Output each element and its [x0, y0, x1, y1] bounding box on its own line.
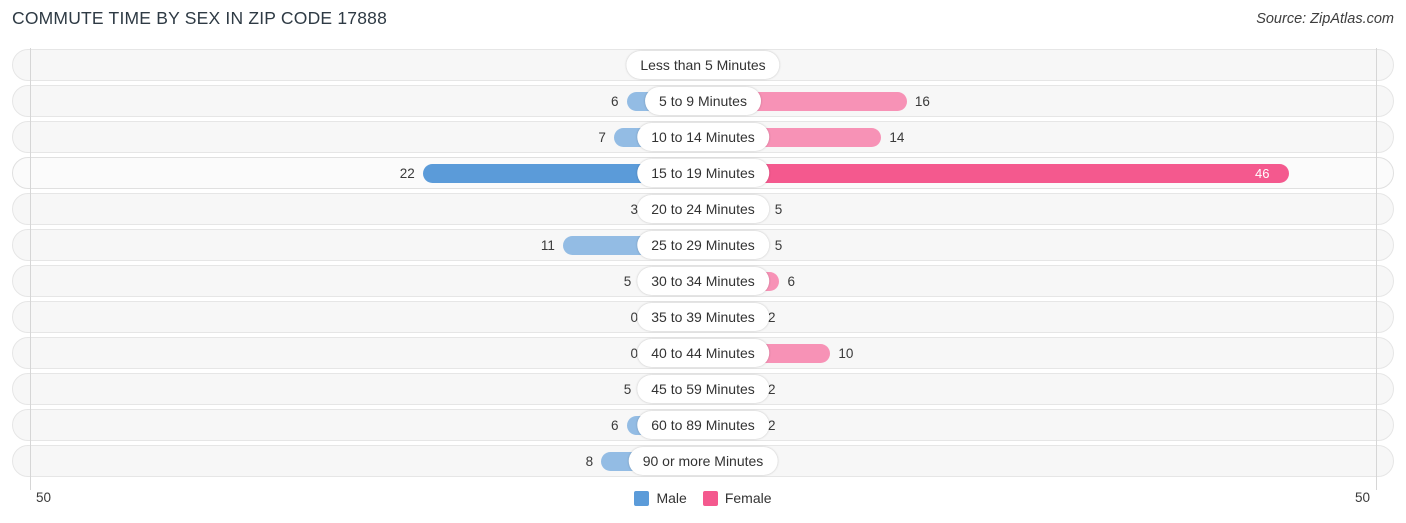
- legend-item-male[interactable]: Male: [634, 490, 687, 506]
- legend-swatch-male-icon: [634, 490, 650, 506]
- chart-row: 5 2 45 to 59 Minutes: [0, 372, 1406, 408]
- chart-row: 0 10 40 to 44 Minutes: [0, 336, 1406, 372]
- legend-label-male: Male: [656, 490, 687, 506]
- chart-row: 00Less than 5 Minutes: [0, 48, 1406, 84]
- chart-footer: 50 50 Male Female: [0, 486, 1406, 523]
- chart-legend: Male Female: [0, 490, 1406, 506]
- value-label-female: 2: [768, 382, 776, 397]
- value-label-female: 5: [774, 238, 783, 253]
- chart-row: 6 16 5 to 9 Minutes: [0, 84, 1406, 120]
- legend-item-female[interactable]: Female: [702, 490, 772, 506]
- legend-swatch-female-icon: [702, 490, 718, 506]
- value-label-female: 2: [768, 418, 776, 433]
- chart-row: 0 2 35 to 39 Minutes: [0, 300, 1406, 336]
- value-label-female: 2: [768, 310, 776, 325]
- chart-row: 5 6 30 to 34 Minutes: [0, 264, 1406, 300]
- value-label-male: 6: [611, 418, 619, 433]
- chart-row: 3 5 20 to 24 Minutes: [0, 192, 1406, 228]
- category-label[interactable]: 35 to 39 Minutes: [637, 303, 769, 331]
- source-attribution: Source: ZipAtlas.com: [1256, 11, 1394, 27]
- value-label-male: 11: [540, 238, 555, 253]
- chart-row: 22 46 15 to 19 Minutes: [0, 156, 1406, 192]
- value-label-female: 14: [889, 130, 905, 145]
- value-label-male: 7: [598, 130, 606, 145]
- value-label-male: 5: [623, 382, 632, 397]
- value-label-male: 6: [611, 94, 619, 109]
- chart-row: 6 2 60 to 89 Minutes: [0, 408, 1406, 444]
- value-label-female: 16: [914, 94, 930, 109]
- category-label[interactable]: 30 to 34 Minutes: [637, 267, 769, 295]
- value-label-male: 5: [623, 274, 632, 289]
- category-label[interactable]: 60 to 89 Minutes: [637, 411, 769, 439]
- chart-page: COMMUTE TIME BY SEX IN ZIP CODE 17888 So…: [0, 0, 1406, 523]
- legend-label-female: Female: [724, 490, 772, 506]
- bar-female: [703, 164, 1290, 183]
- value-label-female: 46: [1255, 166, 1270, 181]
- chart-row: 7 14 10 to 14 Minutes: [0, 120, 1406, 156]
- category-label[interactable]: 45 to 59 Minutes: [637, 375, 769, 403]
- category-label[interactable]: 5 to 9 Minutes: [645, 87, 761, 115]
- category-label[interactable]: Less than 5 Minutes: [626, 51, 780, 79]
- category-label[interactable]: 10 to 14 Minutes: [637, 123, 769, 151]
- chart-row: 8090 or more Minutes: [0, 444, 1406, 480]
- value-label-male: 8: [585, 454, 594, 469]
- axis-line-right: [1376, 48, 1377, 490]
- value-label-female: 10: [838, 346, 854, 361]
- page-title: COMMUTE TIME BY SEX IN ZIP CODE 17888: [12, 8, 388, 28]
- category-label[interactable]: 20 to 24 Minutes: [637, 195, 769, 223]
- category-label[interactable]: 40 to 44 Minutes: [637, 339, 769, 367]
- category-label[interactable]: 15 to 19 Minutes: [637, 159, 769, 187]
- axis-line-left: [30, 48, 31, 490]
- category-label[interactable]: 90 or more Minutes: [628, 447, 778, 475]
- chart-row: 11 5 25 to 29 Minutes: [0, 228, 1406, 264]
- category-label[interactable]: 25 to 29 Minutes: [637, 231, 769, 259]
- value-label-female: 6: [787, 274, 795, 289]
- chart-plot-area: 00Less than 5 Minutes 6 16 5 to 9 Minutes 7 1…: [0, 48, 1406, 490]
- value-label-male: 22: [399, 166, 415, 181]
- value-label-female: 5: [774, 202, 783, 217]
